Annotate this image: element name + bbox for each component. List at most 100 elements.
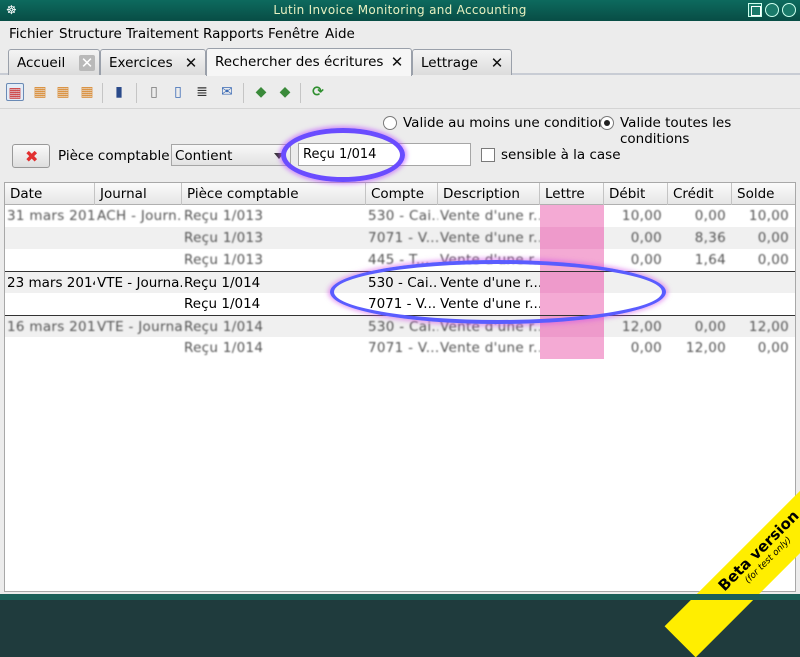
menu-fenetre[interactable]: Fenêtre [268,26,319,42]
column-header-lettre[interactable]: Lettre [540,183,604,205]
cell-journal [95,337,182,359]
cell-compte: 445 - T... [368,252,430,268]
tab-bar: Accueil ✕ Exercices ✕ Rechercher des écr… [0,45,800,76]
cell-credit: 0,00 [694,319,726,335]
cell-credit [668,272,732,294]
cell-description: Vente d'une r... [440,319,540,335]
cell-credit [668,293,732,315]
radio-all-conditions[interactable] [600,116,614,130]
operator-select[interactable]: Contient [171,144,291,166]
cell-credit: 1,64 [694,252,726,268]
mail-icon[interactable]: ✉ [218,83,236,101]
close-window-button[interactable] [782,3,796,17]
table-row[interactable]: 31 mars 2014 ACH - Journ... Reçu 1/013 530 … [5,205,795,227]
cell-description: Vente d'une r... [440,340,540,356]
close-icon[interactable]: ✕ [489,55,505,71]
column-header-description[interactable]: Description [438,183,540,205]
cell-solde: 0,00 [757,230,789,246]
cell-journal: VTE - Journa... [97,319,182,335]
maximize-button[interactable] [765,3,779,17]
column-header-credit[interactable]: Crédit [668,183,732,205]
text-lines-icon[interactable]: ≣ [193,83,211,101]
toolbar-separator [300,83,301,103]
cell-credit: 12,00 [685,340,726,356]
table-row[interactable]: 16 mars 2014VTE - Journa...Reçu 1/014 530… [5,315,795,338]
table-row[interactable]: Reçu 1/013 7071 - V... Vente d'une r... 0,0… [5,227,795,249]
table-row[interactable]: 23 mars 2014VTE - Journa...Reçu 1/014 530… [5,271,795,294]
cell-lettre [540,249,604,271]
table-row[interactable]: Reçu 1/014 7071 - V... Vente d'une r... 0,0… [5,337,795,359]
column-header-date[interactable]: Date [5,183,95,205]
refresh-icon[interactable]: ⟳ [309,83,327,101]
calendar-icon[interactable]: ▦ [6,83,24,101]
column-header-debit[interactable]: Débit [604,183,668,205]
toolbar: ▦ ▦ ▦ ▦ ▮ ▯ ▯ ≣ ✉ ◆ ◆ ⟳ [0,77,800,109]
cell-credit: 8,36 [694,230,726,246]
table-header: Date Journal Pièce comptable Compte Desc… [5,183,795,205]
radio-all-label: Valide toutes les conditions [620,115,732,147]
cell-date [5,227,95,249]
radio-any-condition[interactable] [383,116,397,130]
column-header-journal[interactable]: Journal [95,183,182,205]
cell-journal [95,293,182,315]
tab-rechercher-ecritures[interactable]: Rechercher des écritures ✕ [206,48,412,76]
cell-lettre [540,227,604,249]
cell-solde [732,272,795,294]
table-row[interactable]: Reçu 1/014 7071 - V... Vente d'une r... [5,293,795,315]
search-input[interactable] [298,143,471,166]
document-icon[interactable]: ▯ [169,83,187,101]
tab-lettrage[interactable]: Lettrage ✕ [412,49,512,75]
cell-description: Vente d'une r... [440,230,540,246]
calendar-icon[interactable]: ▦ [54,83,72,101]
cell-debit [604,272,668,294]
results-table: Date Journal Pièce comptable Compte Desc… [4,182,796,592]
book-icon[interactable]: ▮ [110,83,128,101]
toolbar-separator [102,83,103,103]
document-icon[interactable]: ▯ [145,83,163,101]
menu-bar: Fichier Structure Traitement Rapports Fe… [0,21,800,45]
cell-debit: 10,00 [621,208,662,224]
tab-accueil[interactable]: Accueil ✕ [8,49,100,75]
cell-piece: Reçu 1/013 [184,230,264,246]
money-icon[interactable]: ◆ [252,83,270,101]
menu-rapports[interactable]: Rapports [203,26,264,42]
cell-piece: Reçu 1/014 [184,296,261,312]
tab-label: Lettrage [421,55,478,71]
cell-piece: Reçu 1/013 [184,208,264,224]
close-icon[interactable]: ✕ [79,55,95,71]
operator-value: Contient [175,148,233,164]
cell-lettre [540,316,604,338]
title-bar[interactable]: ☸ Lutin Invoice Monitoring and Accountin… [0,0,800,21]
cell-lettre [540,205,604,227]
close-icon[interactable]: ✕ [183,55,199,71]
app-window: ☸ Lutin Invoice Monitoring and Accountin… [0,0,800,657]
cell-compte: 7071 - V... [368,230,438,246]
radio-any-label: Valide au moins une condition [403,115,607,131]
menu-traitement[interactable]: Traitement [126,26,199,42]
cell-date [5,293,95,315]
menu-aide[interactable]: Aide [325,26,355,42]
column-header-compte[interactable]: Compte [366,183,438,205]
cell-compte: 7071 - V... [368,340,438,356]
remove-condition-button[interactable]: ✖ [12,144,50,168]
cell-piece: Reçu 1/014 [184,319,264,335]
cell-compte: 530 - Cai... [368,275,438,291]
column-header-piece[interactable]: Pièce comptable [182,183,366,205]
window-bottom-border [0,594,800,600]
cell-solde [732,293,795,315]
cell-piece: Reçu 1/014 [184,340,264,356]
table-row[interactable]: Reçu 1/013 445 - T... Vente d'une r... 0,00… [5,249,795,271]
column-header-solde[interactable]: Solde [732,183,795,205]
minimize-button[interactable] [748,3,762,17]
close-icon[interactable]: ✕ [389,54,405,70]
calendar-icon[interactable]: ▦ [31,83,49,101]
cell-compte: 7071 - V... [368,296,437,312]
case-sensitive-checkbox[interactable] [481,148,495,162]
cell-journal: VTE - Journa... [97,275,182,291]
tab-exercices[interactable]: Exercices ✕ [100,49,206,75]
cell-lettre [540,293,604,315]
menu-fichier[interactable]: Fichier [9,26,53,42]
calendar-icon[interactable]: ▦ [78,83,96,101]
money-icon[interactable]: ◆ [276,83,294,101]
menu-structure[interactable]: Structure [59,26,122,42]
